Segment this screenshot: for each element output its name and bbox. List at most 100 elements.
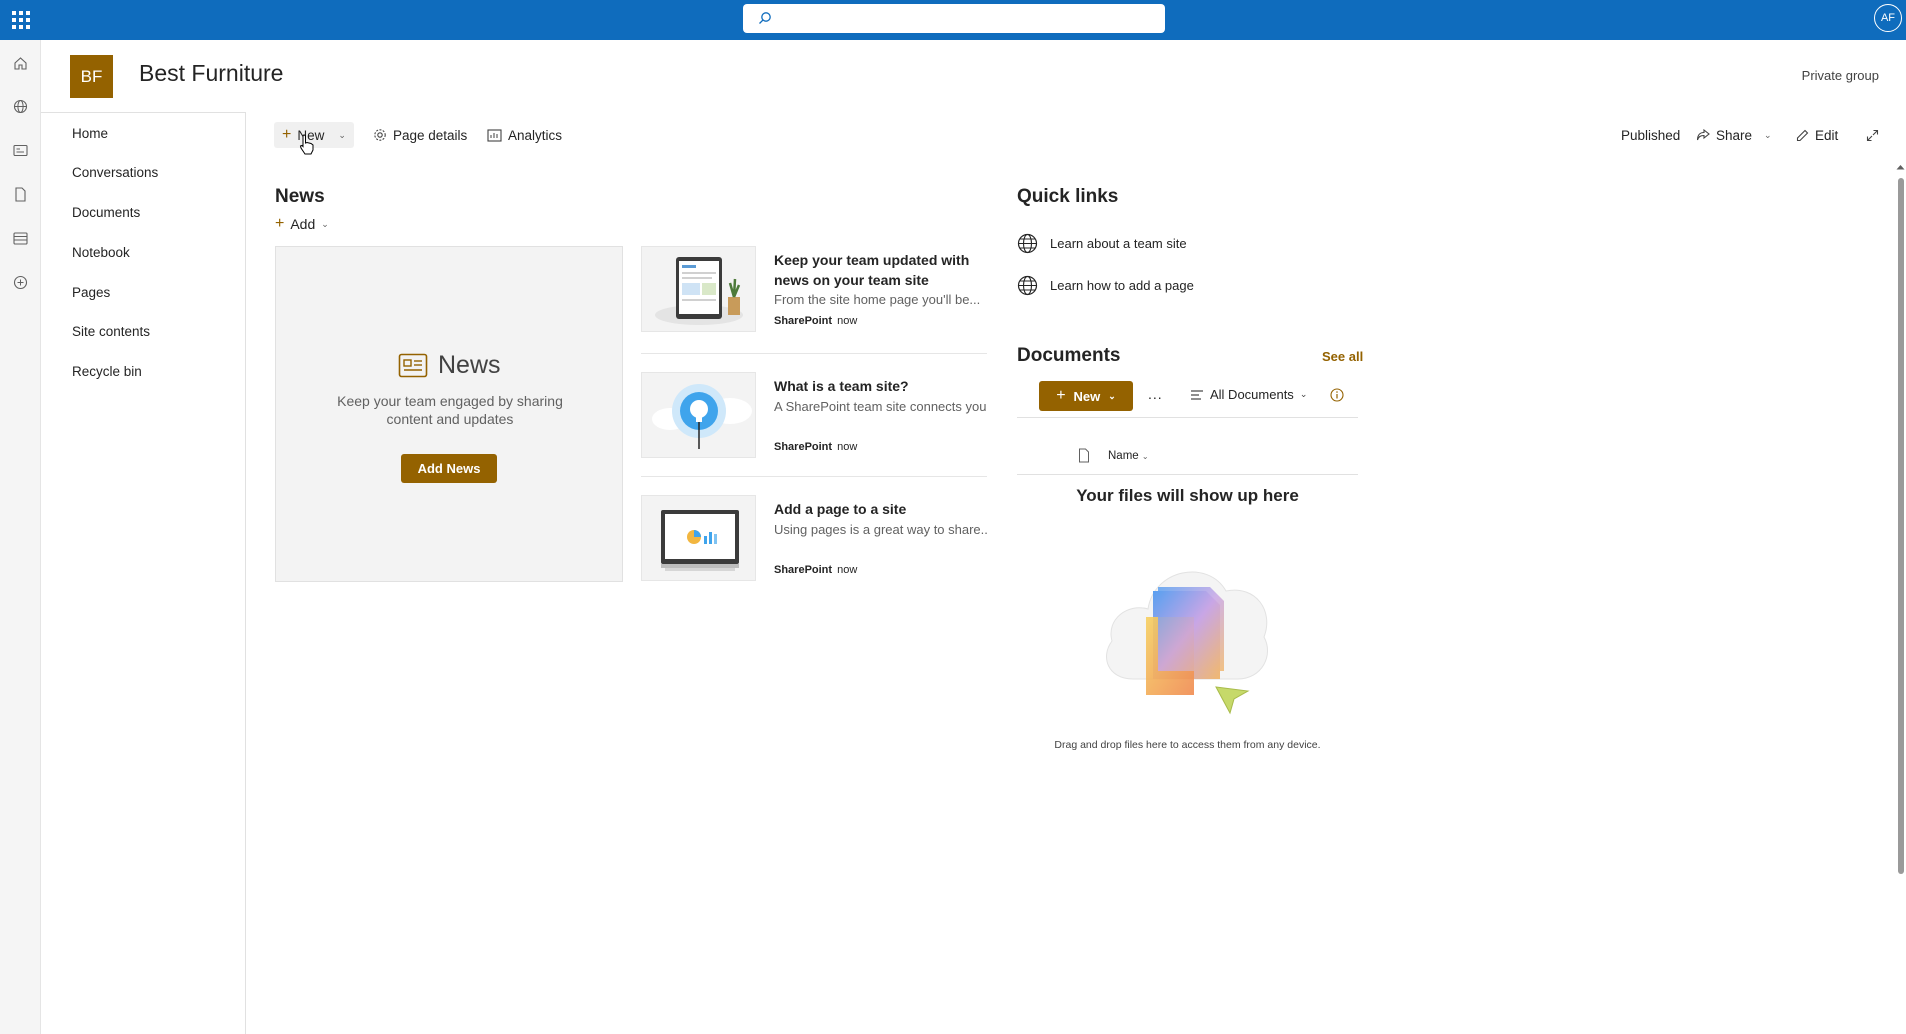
site-title[interactable]: Best Furniture <box>139 60 283 87</box>
documents-divider <box>1017 474 1358 475</box>
news-item-title[interactable]: Keep your team updated with news on your… <box>774 250 987 290</box>
chevron-down-icon: ⌄ <box>321 218 329 229</box>
chevron-down-icon: ⌄ <box>1764 129 1772 140</box>
analytics-button[interactable]: Analytics <box>487 122 562 148</box>
analytics-label: Analytics <box>508 127 563 143</box>
site-header: BF Best Furniture Private group <box>41 40 1906 112</box>
edit-label: Edit <box>1815 127 1839 143</box>
news-item[interactable]: Keep your team updated with news on your… <box>641 246 987 348</box>
quick-link-label[interactable]: Learn about a team site <box>1050 236 1187 251</box>
page-scrollbar[interactable] <box>1895 160 1906 1034</box>
expand-icon <box>1866 129 1879 141</box>
add-label: Add <box>290 216 316 232</box>
news-empty-title: News <box>398 351 501 380</box>
site-logo[interactable]: BF <box>70 55 113 98</box>
news-empty-title-text: News <box>438 351 501 379</box>
site-navigation: Home Conversations Documents Notebook Pa… <box>41 112 246 1034</box>
news-thumbnail[interactable] <box>641 246 756 332</box>
news-item-meta: SharePoint now <box>774 564 857 576</box>
nav-item-conversations[interactable]: Conversations <box>72 165 158 180</box>
news-item-meta: SharePoint now <box>774 441 857 453</box>
news-item-time: now <box>837 441 858 453</box>
news-heading: News <box>275 186 325 207</box>
gear-icon <box>374 129 386 141</box>
news-divider <box>641 476 987 477</box>
documents-new-button[interactable]: + New ⌄ <box>1039 381 1133 411</box>
news-thumbnail[interactable] <box>641 495 756 581</box>
published-status: Published <box>1621 127 1681 143</box>
documents-column-header: Name ⌄ <box>1078 448 1149 463</box>
news-item-time: now <box>837 315 858 327</box>
list-icon[interactable] <box>10 228 30 248</box>
analytics-icon <box>487 128 502 142</box>
news-item[interactable]: What is a team site? A SharePoint team s… <box>641 372 987 474</box>
news-item-meta: SharePoint now <box>774 315 857 327</box>
create-icon[interactable] <box>10 272 30 292</box>
news-divider <box>641 353 987 354</box>
app-bar <box>0 40 41 1034</box>
documents-divider <box>1017 417 1358 418</box>
quick-link-item[interactable]: Learn how to add a page <box>1017 275 1194 296</box>
scrollbar-thumb[interactable] <box>1898 178 1904 874</box>
add-news-button[interactable]: Add News <box>401 454 497 483</box>
view-label: All Documents <box>1210 387 1294 402</box>
mouse-cursor-icon <box>299 134 314 155</box>
news-item-title[interactable]: Add a page to a site <box>774 499 987 519</box>
file-icon[interactable] <box>10 184 30 204</box>
nav-item-documents[interactable]: Documents <box>72 205 140 220</box>
nav-item-site-contents[interactable]: Site contents <box>72 324 150 339</box>
file-type-icon <box>1079 448 1089 463</box>
quick-link-label[interactable]: Learn how to add a page <box>1050 278 1194 293</box>
edit-button[interactable]: Edit <box>1796 122 1838 148</box>
globe-icon <box>1017 275 1038 296</box>
see-all-link[interactable]: See all <box>1322 349 1363 364</box>
cloud-files-illustration <box>1106 571 1269 715</box>
command-bar: + New ⌄ Page details Analytics Published… <box>247 112 1906 154</box>
search-box[interactable] <box>743 4 1165 33</box>
list-view-icon <box>1191 389 1203 400</box>
news-item-desc: From the site home page you'll be... <box>774 292 981 307</box>
globe-icon <box>1017 233 1038 254</box>
news-item-desc: A SharePoint team site connects you... <box>774 399 987 414</box>
chevron-down-icon: ⌄ <box>1108 390 1116 401</box>
app-launcher-icon[interactable] <box>10 9 32 31</box>
home-icon[interactable] <box>10 53 30 73</box>
news-item-title[interactable]: What is a team site? <box>774 376 987 396</box>
suite-bar: AF <box>0 0 1906 40</box>
user-avatar[interactable]: AF <box>1874 4 1902 32</box>
page-details-button[interactable]: Page details <box>373 122 467 148</box>
nav-item-notebook[interactable]: Notebook <box>72 245 130 260</box>
nav-item-recycle-bin[interactable]: Recycle bin <box>72 364 142 379</box>
globe-icon[interactable] <box>10 96 30 116</box>
pencil-icon <box>1796 129 1809 141</box>
info-icon[interactable] <box>1330 388 1344 402</box>
news-thumbnail[interactable] <box>641 372 756 458</box>
news-item-author: SharePoint <box>774 441 833 453</box>
plus-icon: + <box>1056 387 1066 404</box>
quick-link-item[interactable]: Learn about a team site <box>1017 233 1187 254</box>
news-item-time: now <box>837 564 858 576</box>
chevron-down-icon: ⌄ <box>1141 451 1149 461</box>
nav-item-pages[interactable]: Pages <box>72 285 110 300</box>
view-switcher[interactable]: All Documents ⌄ <box>1190 387 1307 402</box>
search-icon <box>759 12 771 24</box>
documents-new-label: New <box>1073 388 1101 404</box>
news-item-desc: Using pages is a great way to share... <box>774 522 987 537</box>
scroll-up-arrow-icon <box>1896 165 1905 170</box>
expand-button[interactable] <box>1866 122 1879 148</box>
plus-icon: + <box>282 126 292 143</box>
news-item[interactable]: Add a page to a site Using pages is a gr… <box>641 495 987 597</box>
documents-heading[interactable]: Documents <box>1017 345 1120 367</box>
add-news-link[interactable]: + Add ⌄ <box>275 216 329 233</box>
name-column-header[interactable]: Name ⌄ <box>1108 450 1149 462</box>
news-icon <box>398 353 428 378</box>
search-input[interactable] <box>781 8 1151 29</box>
quick-links-heading: Quick links <box>1017 186 1119 207</box>
nav-item-home[interactable]: Home <box>72 126 108 141</box>
share-icon <box>1696 128 1710 140</box>
share-button[interactable]: Share ⌄ <box>1696 122 1772 148</box>
documents-empty-title: Your files will show up here <box>1076 486 1299 505</box>
news-icon[interactable] <box>10 140 30 160</box>
more-options-button[interactable]: ... <box>1148 386 1163 402</box>
chevron-down-icon: ⌄ <box>1299 389 1308 399</box>
